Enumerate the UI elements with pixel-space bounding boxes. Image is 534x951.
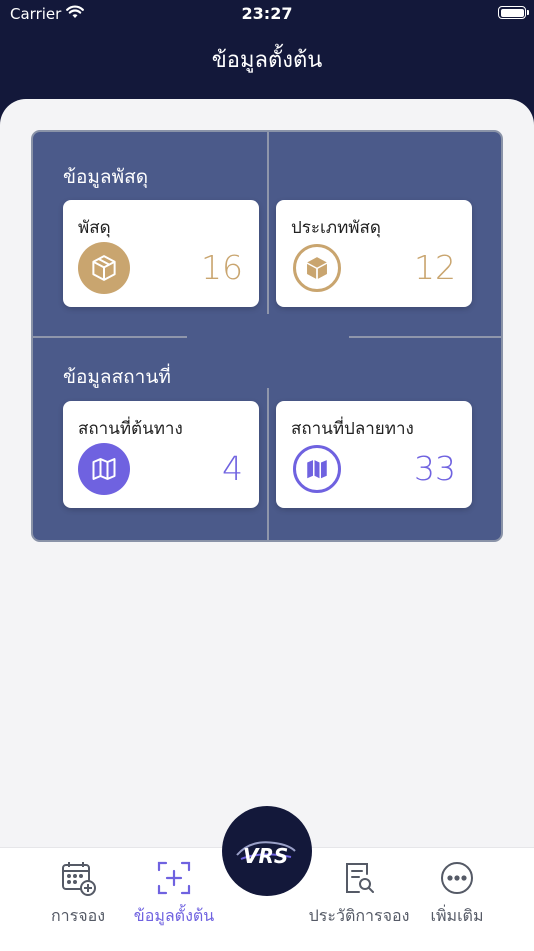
map-outline-icon bbox=[293, 445, 341, 493]
card-origin-location[interactable]: สถานที่ต้นทาง 4 bbox=[63, 401, 259, 508]
section-title-parcel: ข้อมูลพัสดุ bbox=[63, 166, 149, 188]
card-count: 16 bbox=[201, 248, 243, 287]
card-label: สถานที่ปลายทาง bbox=[291, 419, 414, 439]
card-parcel[interactable]: พัสดุ 16 bbox=[63, 200, 259, 307]
card-count: 12 bbox=[414, 248, 456, 287]
card-parcel-type[interactable]: ประเภทพัสดุ 12 bbox=[276, 200, 472, 307]
tab-booking[interactable]: การจอง bbox=[46, 858, 110, 929]
tab-label: ข้อมูลตั้งต้น bbox=[133, 906, 215, 925]
center-logo-button[interactable]: VRS bbox=[222, 806, 312, 896]
page-title: ข้อมูลตั้งต้น bbox=[211, 48, 323, 73]
card-label: สถานที่ต้นทาง bbox=[78, 419, 183, 439]
status-time: 23:27 bbox=[241, 4, 293, 23]
box-category-icon bbox=[293, 244, 341, 292]
card-label: ประเภทพัสดุ bbox=[291, 218, 381, 238]
tab-label: ประวัติการจอง bbox=[308, 906, 410, 925]
section-title-location: ข้อมูลสถานที่ bbox=[63, 366, 171, 388]
vrs-logo-icon: VRS bbox=[236, 841, 296, 868]
scan-add-icon bbox=[157, 861, 191, 895]
panel-divider-right bbox=[349, 336, 501, 338]
card-count: 33 bbox=[414, 449, 456, 488]
tab-label: การจอง bbox=[50, 906, 106, 925]
tab-label: เพิ่มเติม bbox=[430, 906, 484, 925]
more-icon bbox=[441, 862, 473, 894]
box-icon bbox=[78, 242, 130, 294]
battery-icon bbox=[498, 6, 529, 19]
card-destination-location[interactable]: สถานที่ปลายทาง 33 bbox=[276, 401, 472, 508]
main-content: ข้อมูลพัสดุ พัสดุ 16 ประเภทพัสดุ 12 ข้อม… bbox=[0, 99, 534, 859]
tab-initial-data[interactable]: ข้อมูลตั้งต้น bbox=[128, 858, 220, 929]
calendar-add-icon bbox=[62, 862, 96, 896]
card-count: 4 bbox=[222, 449, 243, 488]
tab-booking-history[interactable]: ประวัติการจอง bbox=[304, 858, 414, 929]
panel-divider-vertical-bottom bbox=[267, 388, 269, 540]
summary-panel: ข้อมูลพัสดุ พัสดุ 16 ประเภทพัสดุ 12 ข้อม… bbox=[31, 130, 503, 542]
panel-divider-vertical-top bbox=[267, 132, 269, 314]
logo-text: VRS bbox=[243, 844, 288, 868]
document-search-icon bbox=[346, 863, 374, 893]
panel-divider-left bbox=[33, 336, 187, 338]
tab-more[interactable]: เพิ่มเติม bbox=[424, 858, 490, 929]
card-label: พัสดุ bbox=[78, 218, 111, 238]
map-icon bbox=[78, 443, 130, 495]
status-bar: Carrier 23:27 bbox=[0, 0, 534, 28]
